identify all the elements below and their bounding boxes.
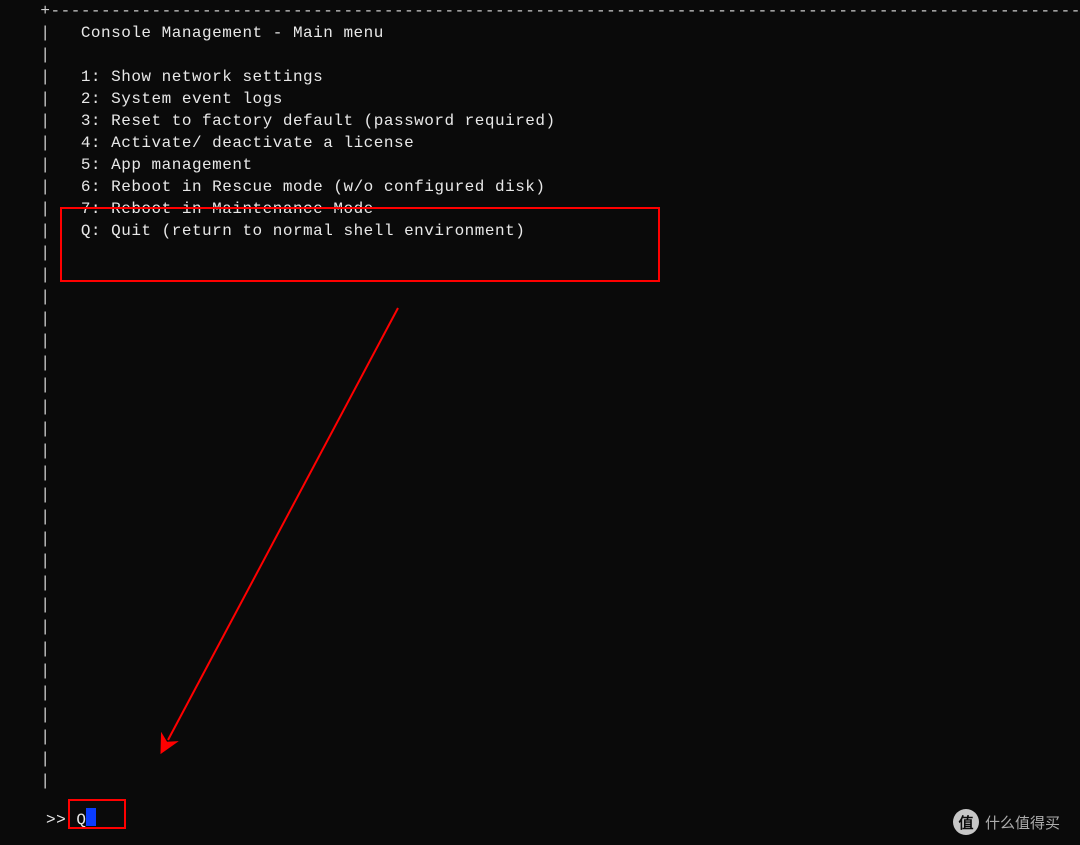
menu-key: 5 [81, 156, 91, 174]
menu-label: App management [111, 156, 252, 174]
menu-item-6[interactable]: | 6: Reboot in Rescue mode (w/o configur… [0, 176, 1080, 198]
border-side: | [0, 264, 1080, 286]
menu-label: Reboot in Maintenance Mode [111, 200, 374, 218]
border-side: | [0, 308, 1080, 330]
menu-label: Reset to factory default (password requi… [111, 112, 555, 130]
border-side: | [0, 506, 1080, 528]
border-side: | [0, 484, 1080, 506]
border-side: | [0, 418, 1080, 440]
border-side: | [0, 528, 1080, 550]
menu-key: 2 [81, 90, 91, 108]
menu-key: 6 [81, 178, 91, 196]
watermark-text: 什么值得买 [985, 812, 1060, 833]
border-side: | [0, 660, 1080, 682]
menu-label: Quit (return to normal shell environment… [111, 222, 525, 240]
border-side: | [0, 638, 1080, 660]
border-side: | [0, 462, 1080, 484]
prompt-input[interactable]: Q [76, 811, 86, 829]
menu-title-row: | Console Management - Main menu [0, 22, 1080, 44]
watermark-badge: 值 [953, 809, 979, 835]
menu-item-3[interactable]: | 3: Reset to factory default (password … [0, 110, 1080, 132]
console-output: +---------------------------------------… [0, 0, 1080, 792]
cursor [86, 808, 96, 826]
border-side: | [0, 44, 1080, 66]
menu-label: Show network settings [111, 68, 323, 86]
menu-key: 4 [81, 134, 91, 152]
menu-item-1[interactable]: | 1: Show network settings [0, 66, 1080, 88]
border-side: | [0, 682, 1080, 704]
menu-key: 7 [81, 200, 91, 218]
menu-item-2[interactable]: | 2: System event logs [0, 88, 1080, 110]
border-side: | [0, 286, 1080, 308]
prompt-line[interactable]: >> Q [46, 808, 96, 831]
terminal-window: +---------------------------------------… [0, 0, 1080, 845]
border-side: | [0, 330, 1080, 352]
prompt-symbol: >> [46, 811, 66, 829]
menu-key: 3 [81, 112, 91, 130]
border-top: +---------------------------------------… [0, 0, 1080, 22]
menu-label: Activate/ deactivate a license [111, 134, 414, 152]
border-side: | [0, 770, 1080, 792]
border-side: | [0, 572, 1080, 594]
menu-item-7[interactable]: | 7: Reboot in Maintenance Mode [0, 198, 1080, 220]
border-side: | [0, 396, 1080, 418]
border-side: | [0, 440, 1080, 462]
menu-label: System event logs [111, 90, 283, 108]
menu-item-5[interactable]: | 5: App management [0, 154, 1080, 176]
menu-item-4[interactable]: | 4: Activate/ deactivate a license [0, 132, 1080, 154]
border-side: | [0, 704, 1080, 726]
menu-title: Console Management - Main menu [81, 24, 384, 42]
menu-label: Reboot in Rescue mode (w/o configured di… [111, 178, 545, 196]
border-side: | [0, 352, 1080, 374]
border-side: | [0, 616, 1080, 638]
watermark: 值 什么值得买 [953, 809, 1060, 835]
border-side: | [0, 594, 1080, 616]
border-side: | [0, 374, 1080, 396]
border-side: | [0, 242, 1080, 264]
border-side: | [0, 726, 1080, 748]
menu-item-Q[interactable]: | Q: Quit (return to normal shell enviro… [0, 220, 1080, 242]
menu-key: 1 [81, 68, 91, 86]
menu-key: Q [81, 222, 91, 240]
border-side: | [0, 748, 1080, 770]
border-side: | [0, 550, 1080, 572]
